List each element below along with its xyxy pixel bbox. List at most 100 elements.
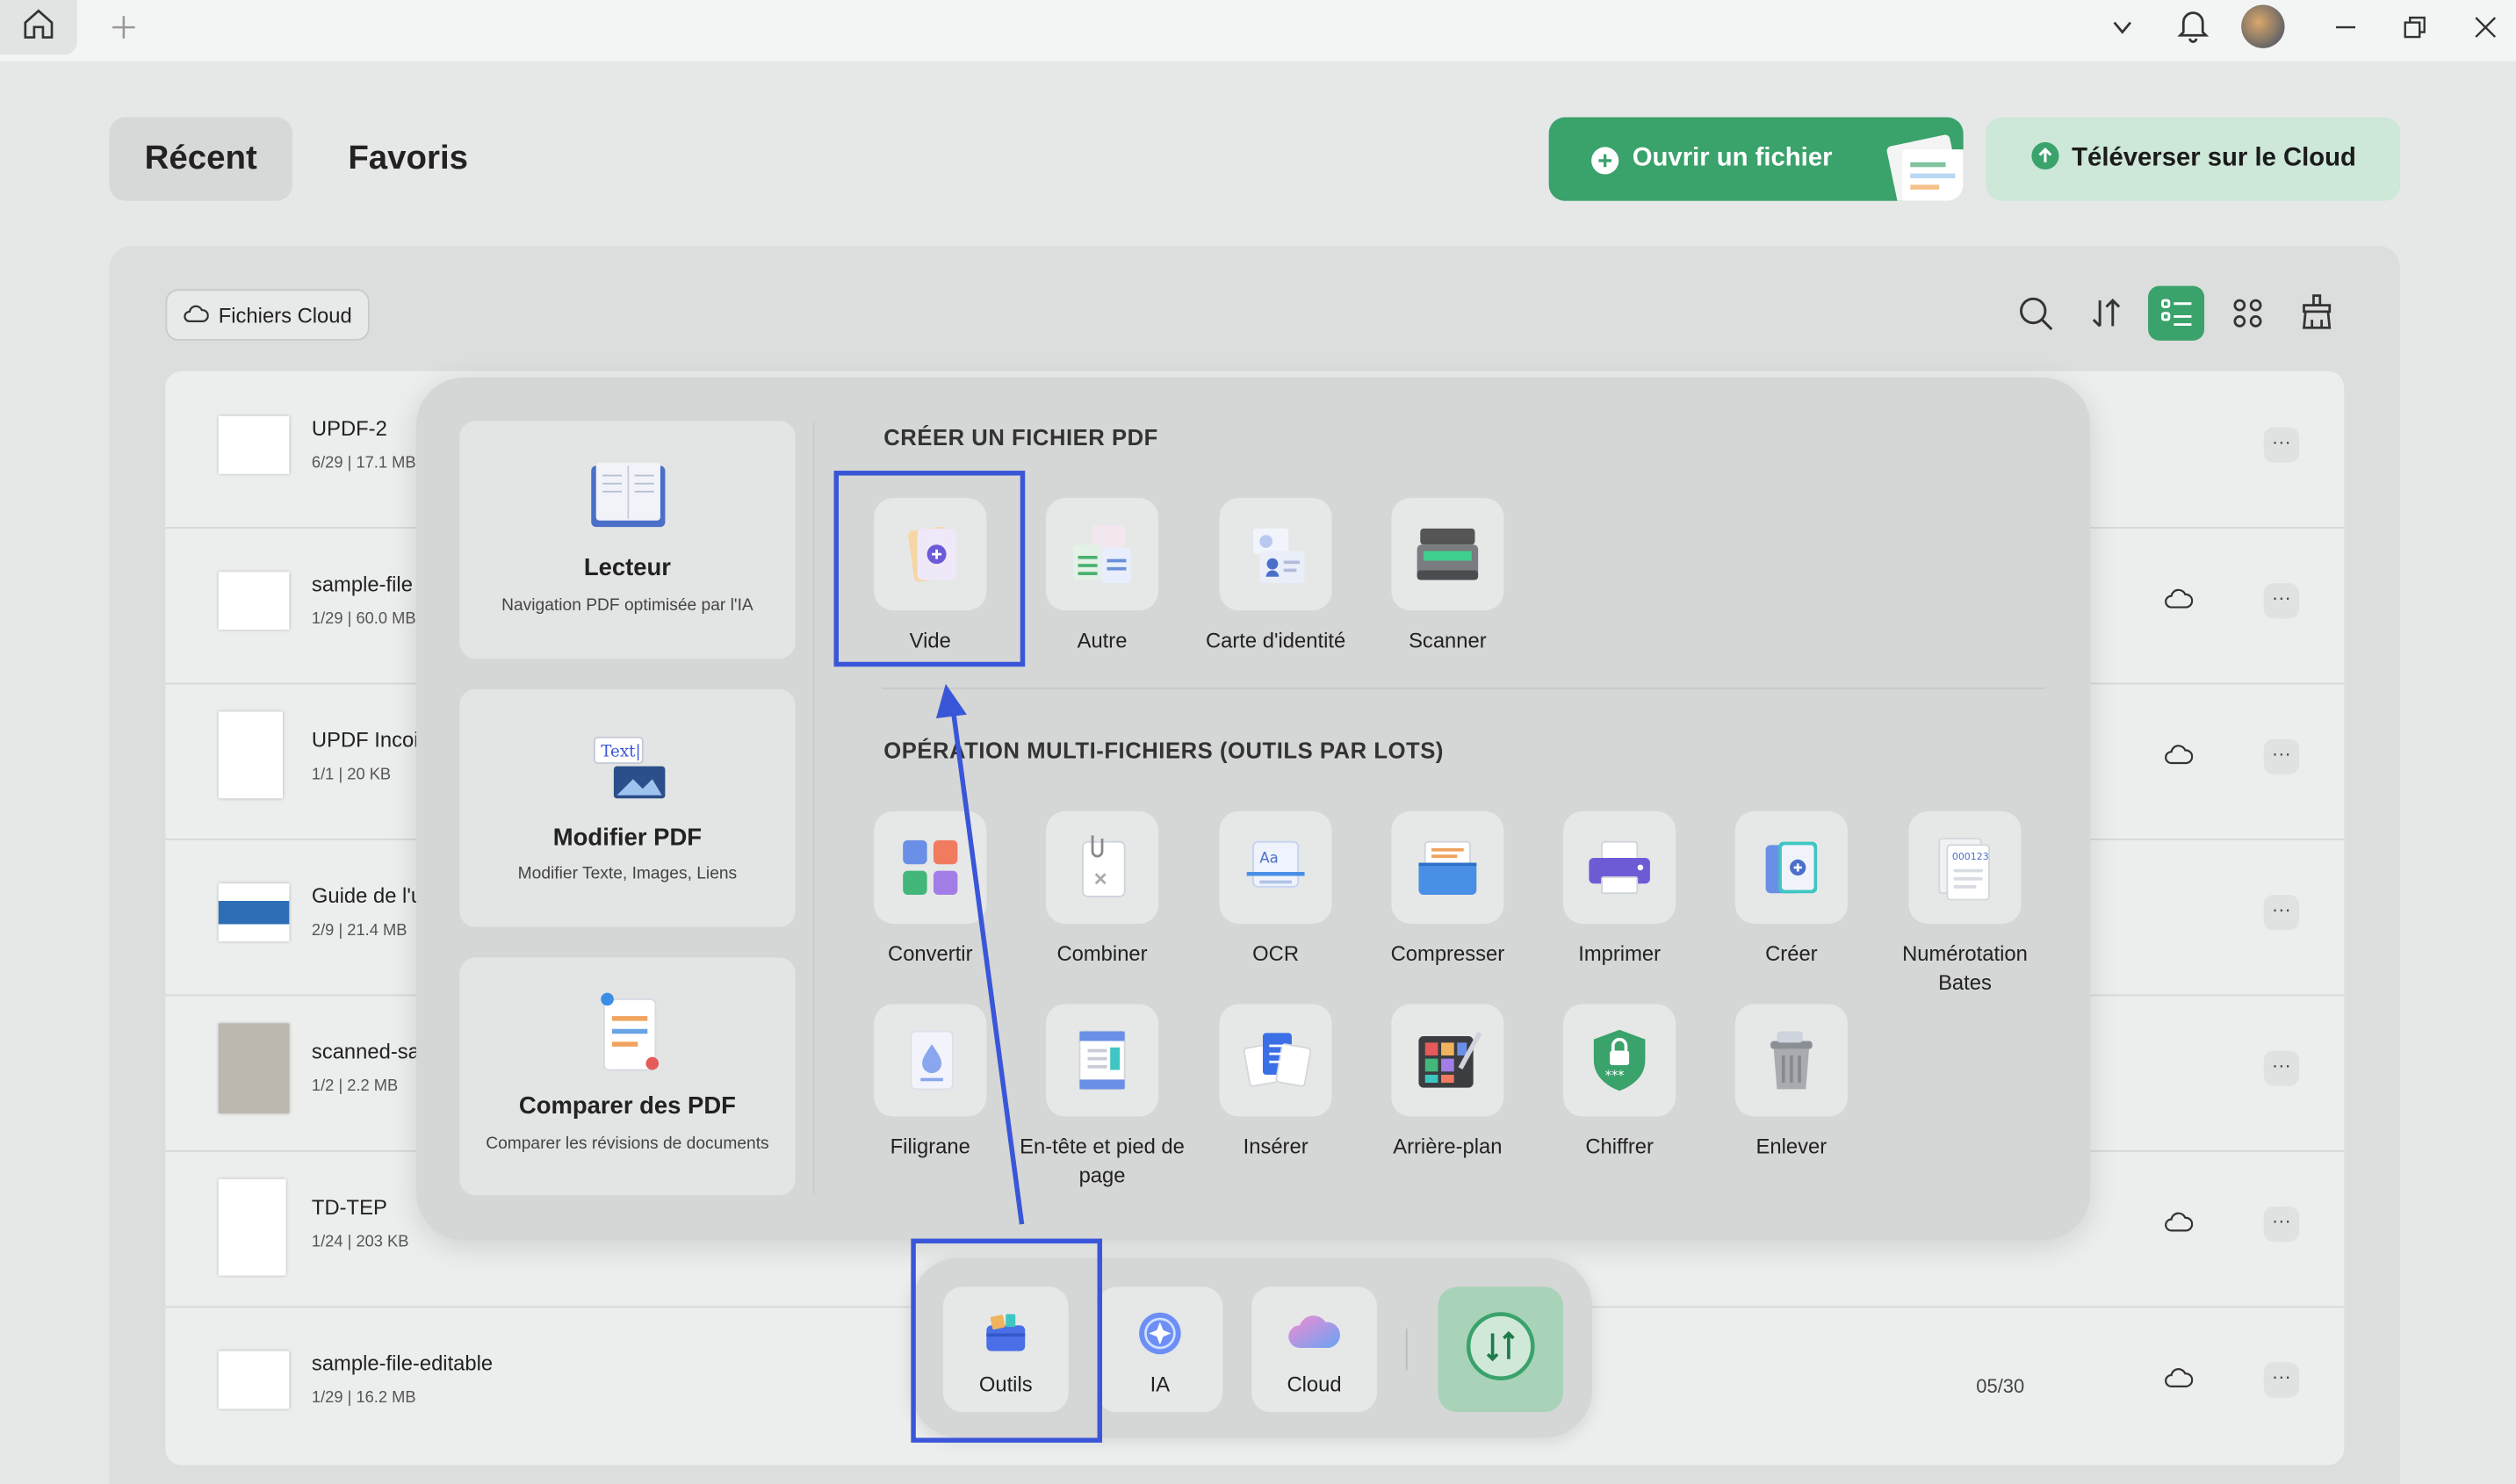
- tab-favorites[interactable]: Favoris: [318, 118, 498, 201]
- combine-icon: [1046, 810, 1159, 924]
- create-other-tool[interactable]: Autre: [1015, 498, 1189, 655]
- edit-pdf-subtitle: Modifier Texte, Images, Liens: [517, 864, 738, 884]
- more-options-button[interactable]: ···: [2263, 738, 2300, 774]
- file-name: sample-file-editable: [311, 1351, 494, 1376]
- bell-icon[interactable]: [2175, 6, 2210, 45]
- grid-view-icon[interactable]: [2229, 294, 2267, 333]
- file-thumbnail: [218, 415, 290, 474]
- new-tab-icon[interactable]: [106, 10, 141, 45]
- edit-pdf-card[interactable]: Text| Modifier PDF Modifier Texte, Image…: [459, 688, 796, 927]
- tools-popup: Lecteur Navigation PDF optimisée par l'I…: [415, 377, 2091, 1241]
- book-icon: [588, 459, 668, 538]
- more-options-button[interactable]: ···: [2263, 427, 2300, 463]
- bates-numbering-tool[interactable]: 000123 Numérotation Bates: [1878, 810, 2052, 998]
- minimize-icon[interactable]: [2328, 10, 2363, 45]
- header-footer-tool[interactable]: En-tête et pied de page: [1015, 1004, 1189, 1190]
- more-options-button[interactable]: ···: [2263, 895, 2300, 931]
- file-thumbnail: [218, 1351, 290, 1409]
- convert-label: Convertir: [888, 941, 973, 966]
- scanner-tool[interactable]: Scanner: [1361, 498, 1535, 655]
- tab-recent[interactable]: Récent: [109, 117, 292, 201]
- dock-ai-button[interactable]: IA: [1097, 1286, 1223, 1413]
- file-meta: 2/9 | 21.4 MB: [311, 922, 407, 940]
- background-palette-icon: [1391, 1004, 1504, 1117]
- more-options-button[interactable]: ···: [2263, 1362, 2300, 1398]
- cloud-files-label: Fichiers Cloud: [218, 302, 352, 328]
- file-thumbnail: [218, 1023, 290, 1113]
- encrypt-tool[interactable]: *** Chiffrer: [1532, 1004, 1706, 1161]
- tab-recent-label: Récent: [144, 140, 257, 177]
- create-batch-label: Créer: [1765, 941, 1818, 966]
- more-options-button[interactable]: ···: [2263, 1050, 2300, 1086]
- home-icon: [21, 5, 56, 48]
- more-options-button[interactable]: ···: [2263, 1206, 2300, 1243]
- watermark-label: Filigrane: [890, 1134, 970, 1159]
- insert-tool[interactable]: Insérer: [1189, 1004, 1363, 1161]
- file-meta: 1/29 | 16.2 MB: [311, 1389, 416, 1408]
- combine-tool[interactable]: Combiner: [1015, 810, 1189, 969]
- open-file-label: Ouvrir un fichier: [1632, 144, 1833, 172]
- file-meta: 1/29 | 60.0 MB: [311, 610, 416, 629]
- file-thumbnail: [218, 1178, 286, 1276]
- reader-subtitle: Navigation PDF optimisée par l'IA: [501, 595, 753, 616]
- popup-divider: [812, 422, 815, 1194]
- section-separator: [882, 688, 2045, 689]
- sort-icon[interactable]: [2087, 294, 2126, 333]
- print-tool[interactable]: Imprimer: [1532, 810, 1706, 969]
- edit-text-image-icon: Text|: [591, 731, 668, 810]
- svg-text:Aa: Aa: [1259, 849, 1278, 866]
- dock-cloud-button[interactable]: Cloud: [1251, 1286, 1377, 1413]
- bates-numbering-label: Numérotation Bates: [1902, 941, 2028, 995]
- dock-cloud-label: Cloud: [1287, 1372, 1342, 1396]
- close-icon[interactable]: [2468, 10, 2503, 45]
- reader-card[interactable]: Lecteur Navigation PDF optimisée par l'I…: [459, 421, 796, 659]
- upload-cloud-label: Téléverser sur le Cloud: [2072, 144, 2356, 172]
- restore-icon[interactable]: [2397, 10, 2433, 45]
- list-view-icon[interactable]: [2148, 285, 2205, 341]
- chevron-down-icon[interactable]: [2105, 10, 2140, 45]
- convert-tool[interactable]: Convertir: [843, 810, 1017, 969]
- id-card-icon: [1219, 498, 1332, 611]
- create-batch-tool[interactable]: Créer: [1705, 810, 1878, 969]
- cloud-upload-icon[interactable]: [2164, 1365, 2194, 1396]
- dock-ai-label: IA: [1150, 1372, 1171, 1396]
- file-meta: 1/2 | 2.2 MB: [311, 1077, 399, 1096]
- compress-tool[interactable]: Compresser: [1361, 810, 1535, 969]
- file-thumbnail: [218, 883, 290, 942]
- search-icon[interactable]: [2016, 294, 2055, 333]
- swap-arrows-icon: [1464, 1308, 1538, 1390]
- dock-switch-button[interactable]: [1438, 1286, 1564, 1413]
- shield-lock-icon: ***: [1563, 1004, 1676, 1117]
- compare-pdf-card[interactable]: Comparer des PDF Comparer les révisions …: [459, 957, 796, 1196]
- compare-pdf-title: Comparer des PDF: [518, 1092, 736, 1120]
- remove-tool[interactable]: Enlever: [1705, 1004, 1878, 1161]
- user-avatar[interactable]: [2241, 4, 2285, 48]
- more-options-button[interactable]: ···: [2263, 583, 2300, 619]
- upload-cloud-button[interactable]: Téléverser sur le Cloud: [1986, 117, 2401, 201]
- cloud-upload-icon[interactable]: [2164, 742, 2194, 773]
- ai-assistant-icon: [1135, 1309, 1184, 1365]
- background-tool[interactable]: Arrière-plan: [1361, 1004, 1535, 1161]
- create-pdf-icon: [1734, 810, 1848, 924]
- file-name: UPDF-2: [311, 415, 387, 441]
- printer-icon: [1563, 810, 1676, 924]
- highlight-box-tools: [911, 1238, 1103, 1443]
- bates-numbering-icon: 000123: [1908, 810, 2022, 924]
- file-name: TD-TEP: [311, 1195, 387, 1220]
- cloud-upload-icon[interactable]: [2164, 587, 2194, 617]
- ocr-tool[interactable]: Aa OCR: [1189, 810, 1363, 969]
- clear-broom-icon[interactable]: [2297, 291, 2336, 333]
- cloud-files-button[interactable]: Fichiers Cloud: [165, 289, 370, 341]
- create-id-card-tool[interactable]: Carte d'identité: [1189, 498, 1363, 655]
- reader-title: Lecteur: [583, 554, 671, 582]
- trash-icon: [1734, 1004, 1848, 1117]
- cloud-upload-icon[interactable]: [2164, 1210, 2194, 1241]
- open-file-button[interactable]: Ouvrir un fichier: [1548, 117, 1964, 201]
- compare-documents-icon: [595, 990, 665, 1081]
- watermark-tool[interactable]: Filigrane: [843, 1004, 1017, 1161]
- combine-label: Combiner: [1056, 941, 1148, 966]
- file-name: Guide de l'u: [311, 883, 423, 908]
- ocr-label: OCR: [1252, 941, 1300, 966]
- remove-label: Enlever: [1755, 1134, 1828, 1159]
- home-tab[interactable]: [0, 0, 77, 55]
